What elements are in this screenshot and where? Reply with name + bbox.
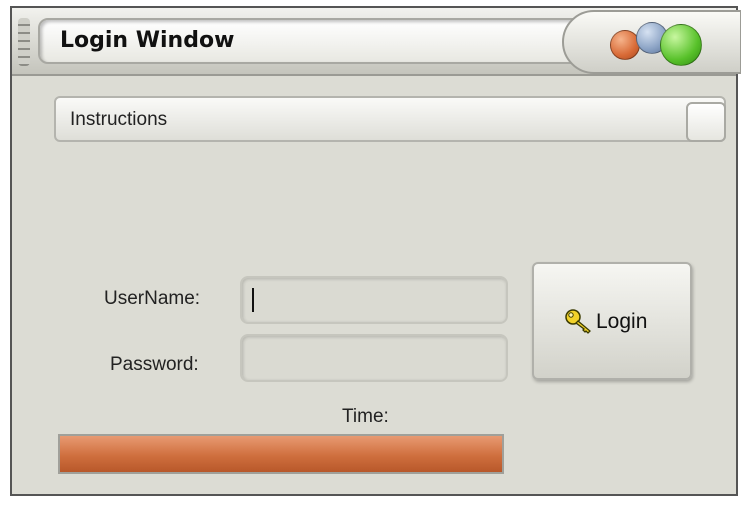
time-progress-fill (60, 436, 502, 472)
password-input[interactable] (240, 334, 508, 382)
title-bar[interactable]: Login Window (12, 8, 741, 76)
drag-grip-icon[interactable] (18, 18, 30, 66)
window-title: Login Window (60, 28, 235, 53)
text-cursor (252, 288, 254, 312)
time-label: Time: (342, 406, 389, 427)
username-label: UserName: (104, 288, 201, 309)
login-window: Login Window Instructions UserName: Pass… (10, 6, 741, 496)
key-icon (565, 309, 591, 334)
password-label: Password: (110, 354, 199, 375)
instructions-panel-header[interactable]: Instructions (54, 96, 726, 142)
green-ball-icon[interactable] (660, 24, 702, 66)
login-button[interactable]: Login (532, 262, 692, 380)
instructions-label: Instructions (70, 109, 168, 130)
instructions-toggle-button[interactable] (686, 102, 726, 142)
login-button-label: Login (596, 310, 648, 333)
username-input[interactable] (240, 276, 508, 324)
time-progress-bar (58, 434, 504, 474)
title-field: Login Window (38, 18, 586, 64)
